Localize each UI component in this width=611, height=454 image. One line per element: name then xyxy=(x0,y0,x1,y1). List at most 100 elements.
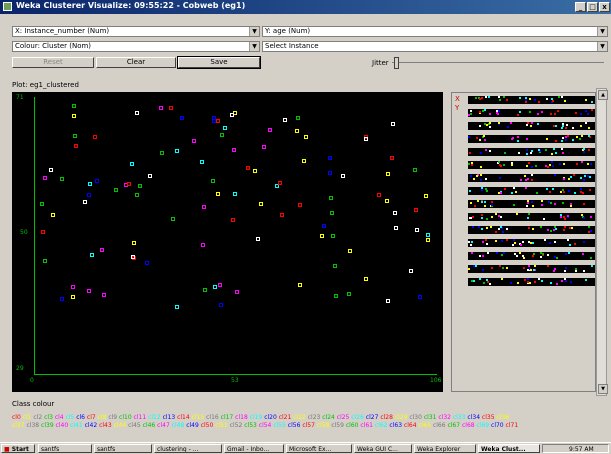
data-point[interactable] xyxy=(245,166,250,171)
reset-button[interactable]: Reset xyxy=(12,57,94,68)
data-point[interactable] xyxy=(40,202,45,207)
data-point[interactable] xyxy=(130,255,135,260)
data-point[interactable] xyxy=(363,137,368,142)
data-point[interactable] xyxy=(175,305,180,310)
data-point[interactable] xyxy=(170,216,175,221)
data-point[interactable] xyxy=(258,202,263,207)
data-point[interactable] xyxy=(302,158,307,163)
scroll-down-icon[interactable]: ▼ xyxy=(598,384,608,394)
attribute-strip[interactable] xyxy=(468,135,595,143)
data-point[interactable] xyxy=(384,198,389,203)
data-point[interactable] xyxy=(234,290,239,295)
minimize-button[interactable]: _ xyxy=(575,2,586,12)
data-point[interactable] xyxy=(211,179,216,184)
data-point[interactable] xyxy=(213,285,218,290)
data-point[interactable] xyxy=(202,204,207,209)
data-point[interactable] xyxy=(191,138,196,143)
data-point[interactable] xyxy=(341,173,346,178)
data-point[interactable] xyxy=(231,148,236,153)
data-point[interactable] xyxy=(417,294,422,299)
data-point[interactable] xyxy=(408,268,413,273)
attribute-strip[interactable] xyxy=(468,122,595,130)
data-point[interactable] xyxy=(385,299,390,304)
data-point[interactable] xyxy=(327,156,332,160)
data-point[interactable] xyxy=(319,234,324,239)
data-point[interactable] xyxy=(256,236,261,241)
data-point[interactable] xyxy=(328,170,333,175)
data-point[interactable] xyxy=(42,175,47,180)
data-point[interactable] xyxy=(329,195,334,200)
data-point[interactable] xyxy=(393,210,398,215)
data-point[interactable] xyxy=(233,192,238,197)
data-point[interactable] xyxy=(412,168,417,173)
task-item[interactable]: Gmail - Inbo... xyxy=(224,444,284,453)
data-point[interactable] xyxy=(322,223,327,228)
data-point[interactable] xyxy=(135,193,140,198)
data-point[interactable] xyxy=(200,159,205,164)
task-item[interactable]: Weka GUI C... xyxy=(354,444,412,453)
close-button[interactable]: x xyxy=(599,2,610,12)
data-point[interactable] xyxy=(137,184,142,189)
attribute-strip[interactable] xyxy=(468,96,595,104)
data-point[interactable] xyxy=(73,134,78,139)
attribute-strip[interactable] xyxy=(468,213,595,221)
data-point[interactable] xyxy=(127,181,132,186)
task-item[interactable]: Weka Explorer xyxy=(414,444,476,453)
data-point[interactable] xyxy=(329,210,334,215)
data-point[interactable] xyxy=(297,203,302,208)
attribute-strip[interactable] xyxy=(468,226,595,234)
attribute-strips-panel[interactable]: X Y xyxy=(451,92,596,392)
data-point[interactable] xyxy=(348,248,353,253)
x-axis-select[interactable]: X: Instance_number (Num) ▼ xyxy=(12,26,260,37)
attribute-strip[interactable] xyxy=(468,265,595,273)
data-point[interactable] xyxy=(296,116,301,121)
attribute-strip[interactable] xyxy=(468,200,595,208)
data-point[interactable] xyxy=(230,113,235,118)
data-point[interactable] xyxy=(347,292,352,297)
data-point[interactable] xyxy=(389,155,394,160)
select-instance-select[interactable]: Select Instance ▼ xyxy=(262,41,608,52)
data-point[interactable] xyxy=(415,227,420,232)
data-point[interactable] xyxy=(386,172,391,177)
data-point[interactable] xyxy=(297,282,302,287)
data-point[interactable] xyxy=(51,212,56,217)
attribute-strip[interactable] xyxy=(468,278,595,286)
data-point[interactable] xyxy=(100,248,105,253)
data-point[interactable] xyxy=(331,234,336,239)
data-point[interactable] xyxy=(220,132,225,137)
colour-select[interactable]: Colour: Cluster (Nom) ▼ xyxy=(12,41,260,52)
data-point[interactable] xyxy=(102,293,107,298)
data-point[interactable] xyxy=(294,128,299,133)
start-button[interactable]: ■ Start xyxy=(1,444,35,453)
data-point[interactable] xyxy=(426,233,431,238)
data-point[interactable] xyxy=(131,241,136,246)
task-item-active[interactable]: Weka Clust... xyxy=(478,444,540,453)
scroll-up-icon[interactable]: ▲ xyxy=(598,90,608,100)
save-button[interactable]: Save xyxy=(177,56,261,69)
data-point[interactable] xyxy=(424,193,429,198)
data-point[interactable] xyxy=(95,179,100,184)
task-item[interactable]: santfs xyxy=(94,444,152,453)
data-point[interactable] xyxy=(332,264,337,269)
data-point[interactable] xyxy=(174,148,179,153)
data-point[interactable] xyxy=(215,118,220,123)
attribute-strip[interactable] xyxy=(468,161,595,169)
data-point[interactable] xyxy=(71,294,76,299)
data-point[interactable] xyxy=(363,277,368,282)
data-point[interactable] xyxy=(59,297,64,302)
data-point[interactable] xyxy=(82,200,87,205)
data-point[interactable] xyxy=(89,252,94,257)
data-point[interactable] xyxy=(86,288,91,293)
data-point[interactable] xyxy=(160,150,165,155)
data-point[interactable] xyxy=(43,258,48,263)
data-point[interactable] xyxy=(200,242,205,247)
scatter-plot[interactable]: 71 50 29 0 53 106 xyxy=(12,92,443,392)
attribute-strip[interactable] xyxy=(468,174,595,182)
data-point[interactable] xyxy=(41,230,46,235)
task-item[interactable]: clustering - ... xyxy=(154,444,222,453)
maximize-button[interactable]: □ xyxy=(587,2,598,12)
data-point[interactable] xyxy=(87,193,92,198)
data-point[interactable] xyxy=(72,114,77,119)
task-item[interactable]: Microsoft Ex... xyxy=(286,444,352,453)
data-point[interactable] xyxy=(393,225,398,230)
